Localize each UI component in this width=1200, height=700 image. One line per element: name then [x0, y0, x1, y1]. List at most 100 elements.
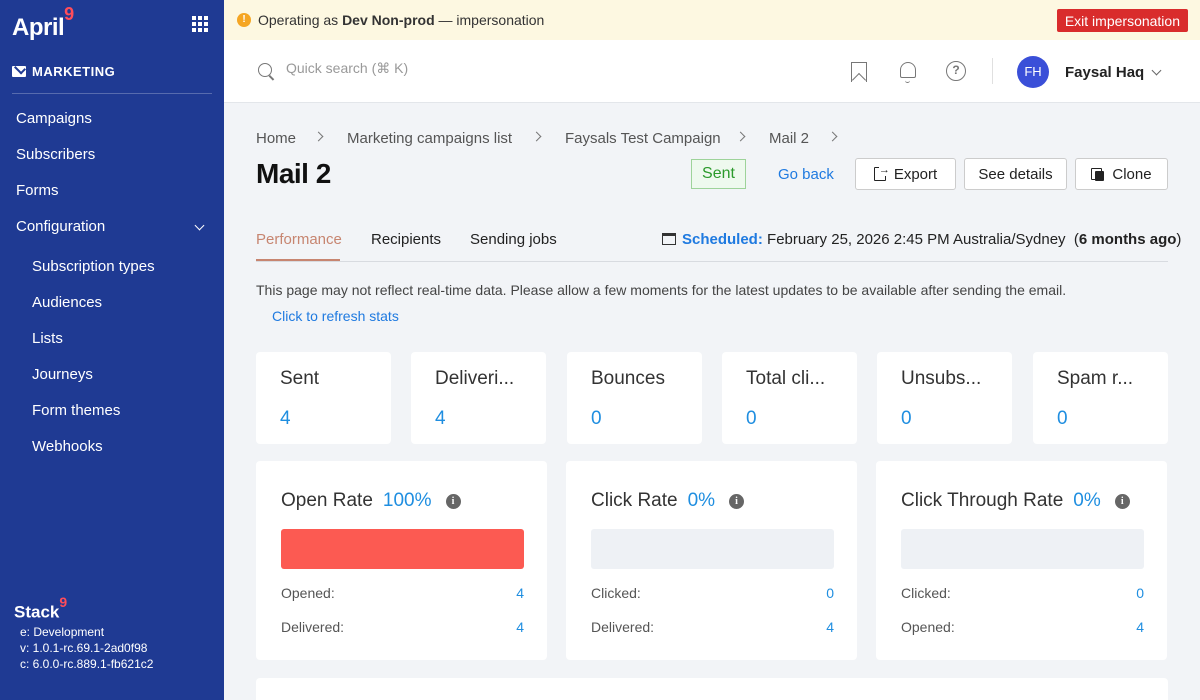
sidebar-item-webhooks[interactable]: Webhooks: [32, 438, 103, 455]
rate-bar-fill: [281, 529, 524, 569]
rate-row-label: Delivered:: [281, 619, 345, 635]
calendar-icon: [662, 233, 676, 245]
avatar[interactable]: FH: [1017, 56, 1049, 88]
tab-performance[interactable]: Performance: [256, 231, 342, 248]
app-logo[interactable]: April9: [12, 4, 74, 42]
stack-logo-text: Stack: [14, 602, 60, 622]
banner-prefix: Operating as: [258, 12, 339, 28]
stat-title: Bounces: [591, 368, 665, 389]
rate-row-value: 0: [1136, 585, 1144, 601]
scheduled-info: Scheduled: February 25, 2026 2:45 PM Aus…: [682, 231, 1182, 248]
breadcrumb-campaigns-list[interactable]: Marketing campaigns list: [347, 130, 512, 147]
mail-icon: [12, 66, 26, 77]
help-icon[interactable]: ?: [946, 61, 966, 81]
rate-card-open: Open Rate 100% i Opened: 4 Delivered: 4: [256, 461, 547, 660]
stat-card-bounces: Bounces 0: [567, 352, 702, 444]
build-env: e: Development: [20, 625, 105, 639]
chevron-right-icon: [735, 131, 746, 142]
chevron-down-icon[interactable]: [194, 220, 205, 231]
sidebar-item-forms[interactable]: Forms: [16, 182, 59, 199]
stat-card-total-clicks: Total cli... 0: [722, 352, 857, 444]
sidebar-item-audiences[interactable]: Audiences: [32, 294, 102, 311]
export-button[interactable]: Export: [855, 158, 956, 190]
rate-row-value: 4: [1136, 619, 1144, 635]
rate-label: Click Rate: [591, 490, 678, 511]
breadcrumb-home[interactable]: Home: [256, 130, 296, 147]
sidebar-item-journeys[interactable]: Journeys: [32, 366, 93, 383]
sidebar-item-subscribers[interactable]: Subscribers: [16, 146, 95, 163]
refresh-stats-link[interactable]: Click to refresh stats: [272, 308, 399, 324]
rate-percent: 0%: [687, 490, 716, 511]
rate-row-value: 4: [516, 619, 524, 635]
rate-percent: 0%: [1073, 490, 1101, 511]
tab-sending-jobs[interactable]: Sending jobs: [470, 231, 557, 248]
rate-row-label: Opened:: [281, 585, 335, 601]
stat-value: 4: [435, 408, 446, 429]
apps-grid-icon[interactable]: [192, 16, 208, 32]
rate-row-label: Delivered:: [591, 619, 655, 635]
sidebar-item-form-themes[interactable]: Form themes: [32, 402, 120, 419]
rate-row-value: 4: [516, 585, 524, 601]
sidebar-item-campaigns[interactable]: Campaigns: [16, 110, 92, 127]
content-card: [256, 678, 1168, 700]
stat-card-spam: Spam r... 0: [1033, 352, 1168, 444]
see-details-label: See details: [978, 165, 1053, 183]
page-title: Mail 2: [256, 158, 331, 189]
clone-label: Clone: [1112, 165, 1152, 183]
section-marketing: MARKETING: [12, 64, 115, 79]
sidebar: April9 MARKETING Campaigns Subscribers F…: [0, 0, 224, 700]
impersonation-banner: ! Operating as Dev Non-prod — impersonat…: [224, 0, 1200, 40]
stat-title: Total cli...: [746, 368, 826, 389]
export-label: Export: [893, 165, 938, 183]
sidebar-item-subscription-types[interactable]: Subscription types: [32, 258, 155, 275]
stat-value: 0: [746, 408, 757, 429]
rate-bar: [591, 529, 834, 569]
active-tab-indicator: [256, 259, 340, 261]
bell-icon[interactable]: [900, 62, 916, 83]
search-input[interactable]: [286, 60, 586, 76]
build-core: c: 6.0.0-rc.889.1-fb621c2: [20, 657, 154, 671]
chevron-right-icon: [531, 131, 542, 142]
stat-title: Deliveri...: [435, 368, 515, 389]
rate-percent: 100%: [382, 490, 432, 511]
user-name[interactable]: Faysal Haq: [1065, 64, 1144, 81]
rate-bar: [901, 529, 1144, 569]
sidebar-item-lists[interactable]: Lists: [32, 330, 63, 347]
tabs-divider: [256, 261, 1168, 262]
stat-value: 0: [591, 408, 602, 429]
stat-card-delivered: Deliveri... 4: [411, 352, 546, 444]
tab-recipients[interactable]: Recipients: [371, 231, 441, 248]
rate-bar: [281, 529, 524, 569]
impersonation-text: Operating as Dev Non-prod — impersonatio…: [258, 12, 544, 28]
go-back-link[interactable]: Go back: [778, 166, 834, 183]
bookmark-icon[interactable]: [851, 62, 867, 82]
section-label: MARKETING: [32, 64, 116, 79]
rate-row-label: Clicked:: [901, 585, 951, 601]
rate-row: Delivered: 4: [281, 619, 524, 635]
stat-title: Unsubs...: [901, 368, 982, 389]
export-icon: [873, 164, 890, 181]
breadcrumb-campaign[interactable]: Faysals Test Campaign: [565, 130, 721, 147]
exit-impersonation-button[interactable]: Exit impersonation: [1056, 9, 1188, 32]
rate-row-label: Clicked:: [591, 585, 641, 601]
stack-logo: Stack9: [14, 594, 67, 623]
top-header: ? FH Faysal Haq: [224, 40, 1200, 103]
logo-mark: 9: [64, 4, 74, 24]
chevron-down-icon[interactable]: [1151, 65, 1162, 76]
stat-value: 0: [901, 408, 912, 429]
rate-row-label: Opened:: [901, 619, 955, 635]
info-icon[interactable]: i: [729, 494, 745, 509]
rate-label: Click Through Rate: [901, 490, 1064, 511]
info-icon[interactable]: i: [445, 494, 461, 509]
info-icon[interactable]: i: [1114, 494, 1130, 509]
rate-title: Click Rate 0% i: [591, 490, 745, 512]
see-details-button[interactable]: See details: [964, 158, 1067, 190]
sidebar-item-configuration[interactable]: Configuration: [16, 218, 105, 235]
stat-value: 0: [1057, 408, 1068, 429]
rate-row: Delivered: 4: [591, 619, 834, 635]
clone-button[interactable]: Clone: [1075, 158, 1168, 190]
banner-org: Dev Non-prod: [342, 12, 435, 28]
sidebar-divider: [12, 93, 212, 94]
scheduled-relative: 6 months ago: [1078, 231, 1177, 248]
clone-icon: [1091, 167, 1105, 181]
